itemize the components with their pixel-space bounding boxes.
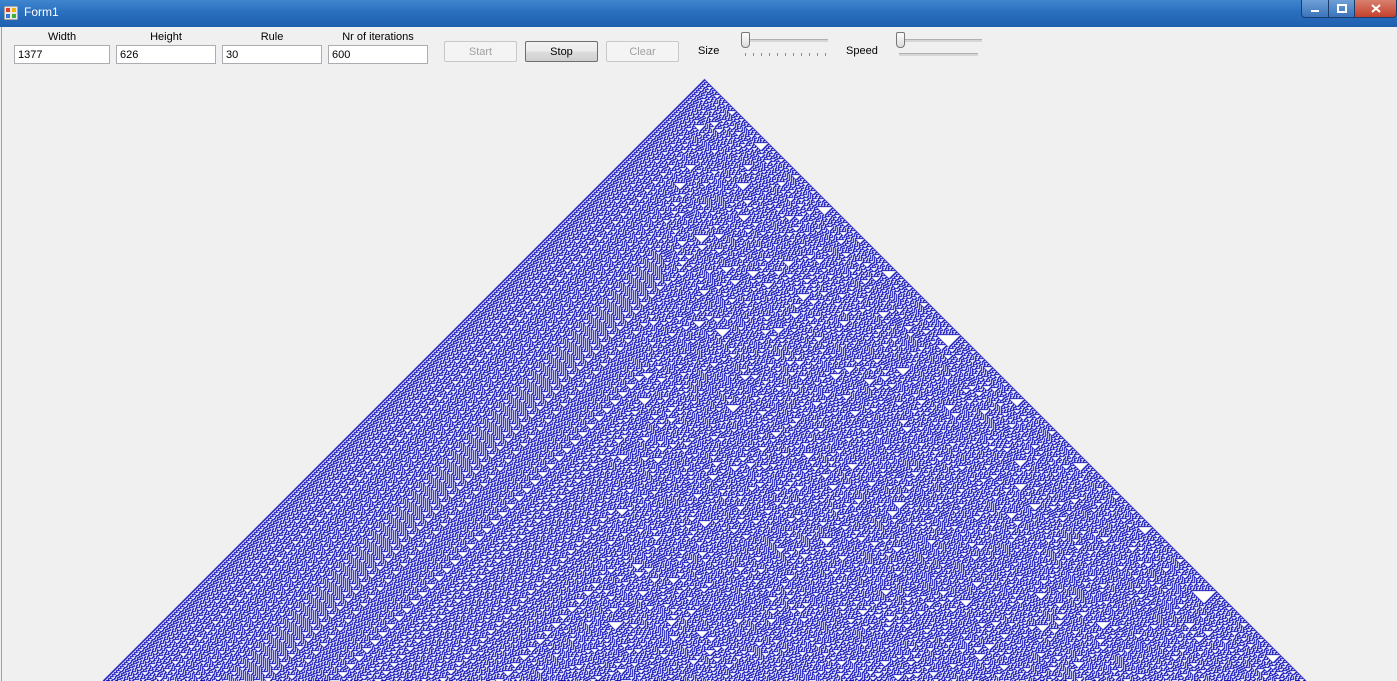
- maximize-button[interactable]: [1328, 0, 1355, 18]
- size-slider-thumb[interactable]: [741, 32, 750, 48]
- size-slider-track: [744, 39, 828, 42]
- close-button[interactable]: [1354, 0, 1397, 18]
- height-input[interactable]: [116, 45, 216, 64]
- size-slider-tick: [777, 53, 778, 56]
- speed-slider-track: [899, 39, 982, 42]
- speed-label: Speed: [846, 45, 878, 57]
- size-slider-tick: [817, 53, 818, 56]
- size-slider-tick: [753, 53, 754, 56]
- app-icon: [4, 6, 18, 20]
- size-slider-tick: [793, 53, 794, 56]
- size-slider-tick: [769, 53, 770, 56]
- clear-button[interactable]: Clear: [606, 41, 679, 62]
- maximize-icon: [1336, 4, 1347, 13]
- stop-button[interactable]: Stop: [525, 41, 598, 62]
- size-slider-tick: [745, 53, 746, 56]
- iterations-label: Nr of iterations: [342, 31, 414, 43]
- minimize-button[interactable]: [1301, 0, 1329, 18]
- minimize-icon: [1311, 9, 1319, 12]
- client-area: [1, 27, 1397, 681]
- iterations-input[interactable]: [328, 45, 428, 64]
- size-label: Size: [698, 45, 720, 57]
- size-slider-tick: [809, 53, 810, 56]
- size-slider-tick: [825, 53, 826, 56]
- speed-slider-base: [899, 53, 978, 56]
- size-slider-tick: [801, 53, 802, 56]
- width-label: Width: [47, 31, 77, 43]
- window-title: Form1: [24, 5, 59, 19]
- height-label: Height: [150, 31, 182, 43]
- size-slider-tick: [785, 53, 786, 56]
- rule-label: Rule: [260, 31, 284, 43]
- width-input[interactable]: [14, 45, 110, 64]
- size-slider-tick: [761, 53, 762, 56]
- speed-slider-thumb[interactable]: [896, 32, 905, 48]
- automaton-canvas: [2, 27, 1397, 681]
- title-bar: Form1: [0, 0, 1397, 27]
- start-button[interactable]: Start: [444, 41, 517, 62]
- close-icon: [1370, 4, 1381, 13]
- rule-input[interactable]: [222, 45, 322, 64]
